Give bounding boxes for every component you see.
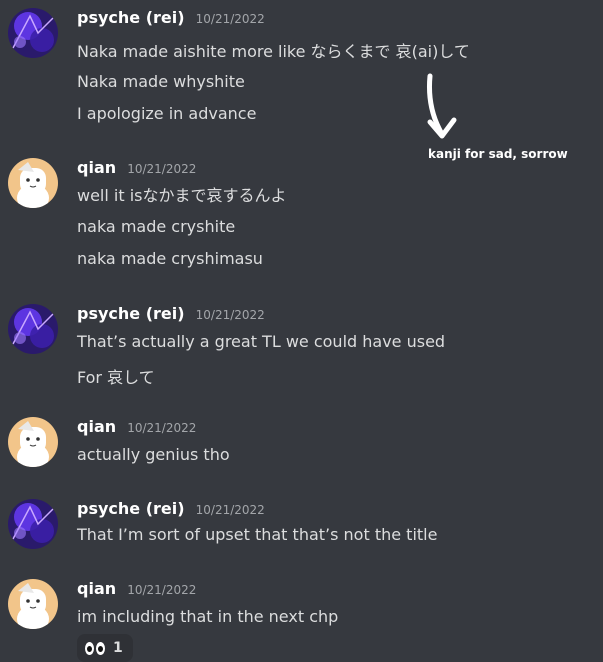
- message-text: naka made cryshimasu: [77, 249, 263, 268]
- username[interactable]: psyche (rei): [77, 304, 185, 323]
- avatar[interactable]: [8, 579, 58, 629]
- message-text: actually genius tho: [77, 445, 230, 464]
- arrow-icon: [427, 73, 457, 139]
- message-text: Naka made aishite more like ならくまで 哀(ai)し…: [77, 42, 470, 61]
- message-header: psyche (rei) 10/21/2022: [77, 499, 265, 518]
- message-text: That I’m sort of upset that that’s not t…: [77, 525, 438, 544]
- username[interactable]: qian: [77, 579, 116, 598]
- message-text: Naka made whyshite: [77, 72, 245, 91]
- message-text: That’s actually a great TL we could have…: [77, 332, 446, 351]
- psyche-avatar-icon: [8, 304, 58, 354]
- reaction-count: 1: [113, 640, 123, 656]
- psyche-avatar-icon: [8, 499, 58, 549]
- qian-avatar-icon: [8, 158, 58, 208]
- eyes-icon: [85, 641, 105, 655]
- psyche-avatar-icon: [8, 8, 58, 58]
- username[interactable]: qian: [77, 158, 116, 177]
- timestamp: 10/21/2022: [195, 503, 265, 517]
- timestamp: 10/21/2022: [127, 162, 197, 176]
- timestamp: 10/21/2022: [195, 308, 265, 322]
- qian-avatar-icon: [8, 417, 58, 467]
- avatar[interactable]: [8, 8, 58, 58]
- username[interactable]: psyche (rei): [77, 8, 185, 27]
- message-text: For 哀して: [77, 368, 155, 387]
- message-text: im including that in the next chp: [77, 607, 339, 626]
- annotation-text: kanji for sad, sorrow: [428, 147, 568, 161]
- timestamp: 10/21/2022: [127, 583, 197, 597]
- username[interactable]: qian: [77, 417, 116, 436]
- reaction-button[interactable]: 1: [77, 634, 133, 662]
- timestamp: 10/21/2022: [195, 12, 265, 26]
- message-header: qian 10/21/2022: [77, 579, 196, 598]
- timestamp: 10/21/2022: [127, 421, 197, 435]
- message-header: psyche (rei) 10/21/2022: [77, 304, 265, 323]
- qian-avatar-icon: [8, 579, 58, 629]
- avatar[interactable]: [8, 417, 58, 467]
- avatar[interactable]: [8, 499, 58, 549]
- avatar[interactable]: [8, 158, 58, 208]
- username[interactable]: psyche (rei): [77, 499, 185, 518]
- message-header: psyche (rei) 10/21/2022: [77, 8, 265, 27]
- message-header: qian 10/21/2022: [77, 417, 196, 436]
- message-text: well it isなかまで哀するんよ: [77, 186, 287, 205]
- message-text: I apologize in advance: [77, 104, 257, 123]
- message-header: qian 10/21/2022: [77, 158, 196, 177]
- avatar[interactable]: [8, 304, 58, 354]
- message-text: naka made cryshite: [77, 217, 236, 236]
